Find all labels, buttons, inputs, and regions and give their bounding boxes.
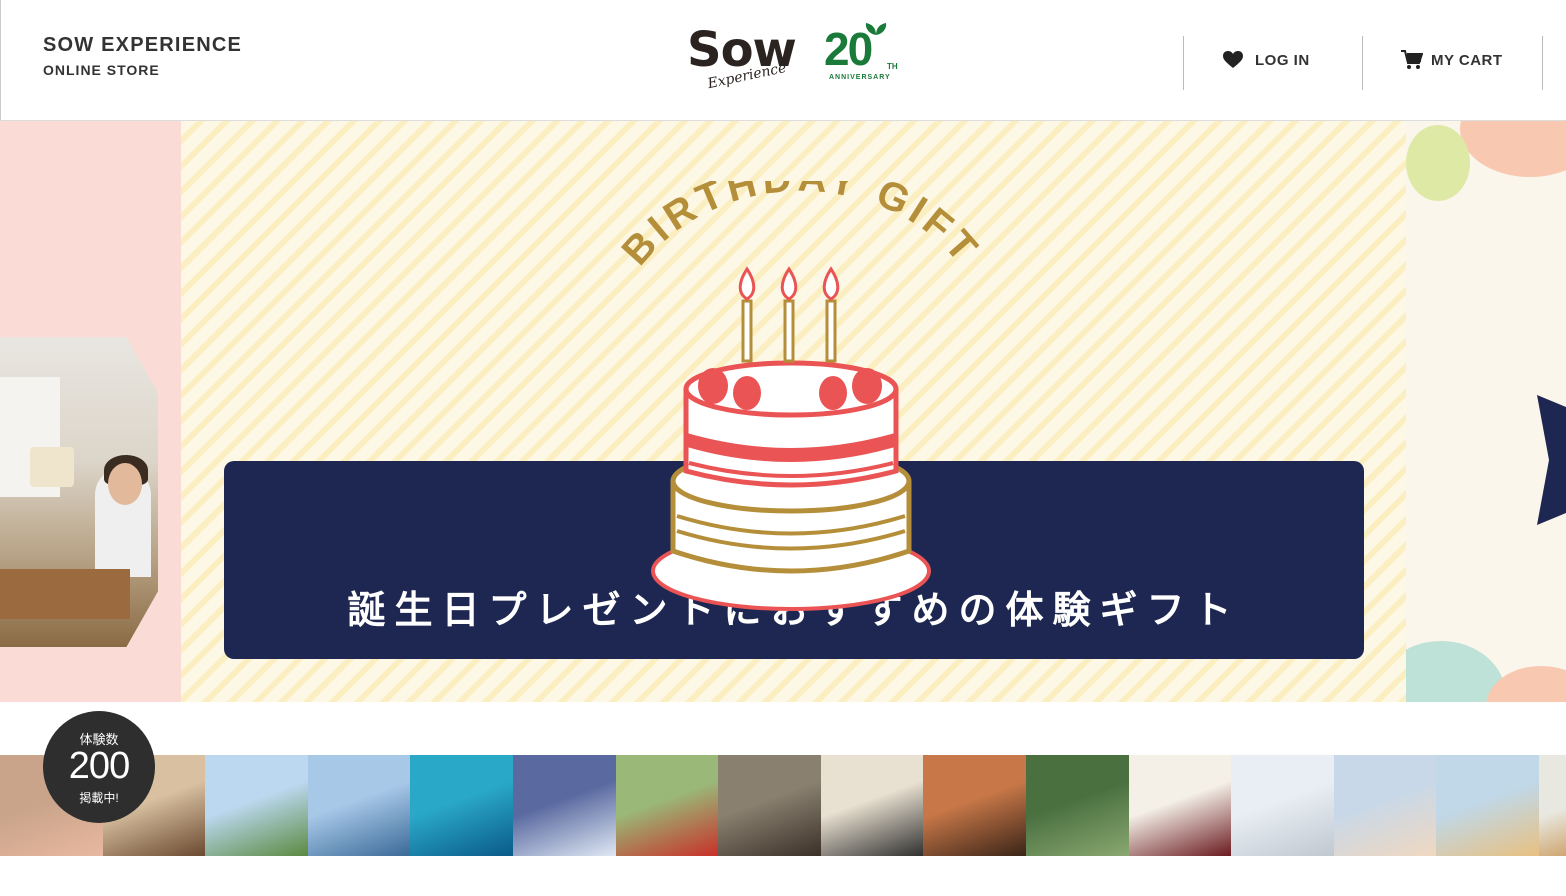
nav-divider xyxy=(1362,36,1363,90)
cart-icon xyxy=(1401,50,1423,69)
prev-slide-preview[interactable] xyxy=(0,121,181,702)
site-header: SOW EXPERIENCE ONLINE STORE Sow Experien… xyxy=(0,0,1566,121)
logo-anniversary-text: ANNIVERSARY xyxy=(829,74,891,81)
store-title[interactable]: SOW EXPERIENCE xyxy=(43,34,242,57)
experience-count-badge: 体験数 200 掲載中! xyxy=(43,711,155,823)
heart-icon xyxy=(1223,51,1243,68)
thumb-cooking[interactable] xyxy=(820,755,924,856)
thumb-sea-turtle[interactable] xyxy=(410,755,513,856)
sow-20th-logo[interactable]: Sow Experience 20 TH ANNIVERSARY xyxy=(687,20,907,95)
nav-divider xyxy=(1183,36,1184,90)
badge-bottom-label: 掲載中! xyxy=(79,791,119,805)
thumb-ski[interactable] xyxy=(1231,755,1334,856)
thumb-canoe[interactable] xyxy=(307,755,411,856)
sprout-icon xyxy=(865,23,887,35)
dining-photo xyxy=(0,337,158,647)
experience-thumbnail-strip xyxy=(0,755,1566,856)
hero-carousel: 誕生日プレゼントにおすすめの体験ギフト BIRTHDAY GIFT xyxy=(0,121,1566,702)
login-label: LOG IN xyxy=(1255,51,1310,69)
thumb-leather[interactable] xyxy=(923,755,1026,856)
thumb-wine[interactable] xyxy=(1128,755,1232,856)
login-button[interactable]: LOG IN xyxy=(1223,46,1310,74)
nav-divider xyxy=(1542,36,1543,90)
badge-count: 200 xyxy=(68,745,130,787)
thumb-shoes[interactable] xyxy=(718,755,821,856)
carousel-next-arrow-icon[interactable] xyxy=(1537,395,1566,525)
birthday-cake-illustration: BIRTHDAY GIFT xyxy=(614,181,989,611)
thumb-bus[interactable] xyxy=(615,755,719,856)
cart-button[interactable]: MY CART xyxy=(1401,46,1503,74)
logo-th-text: TH xyxy=(887,62,898,71)
thumb-helicopter[interactable] xyxy=(1333,755,1437,856)
birthday-gift-arc-text: BIRTHDAY GIFT xyxy=(614,181,989,274)
thumb-cruise[interactable] xyxy=(512,755,616,856)
thumb-paragliding[interactable] xyxy=(205,755,308,856)
thumb-burger[interactable] xyxy=(1538,755,1566,856)
cart-label: MY CART xyxy=(1431,51,1503,69)
thumb-pancakes[interactable] xyxy=(1436,755,1539,856)
store-subtitle[interactable]: ONLINE STORE xyxy=(43,62,160,78)
birthday-gift-slide[interactable]: 誕生日プレゼントにおすすめの体験ギフト BIRTHDAY GIFT xyxy=(181,121,1406,702)
thumb-forest[interactable] xyxy=(1025,755,1129,856)
